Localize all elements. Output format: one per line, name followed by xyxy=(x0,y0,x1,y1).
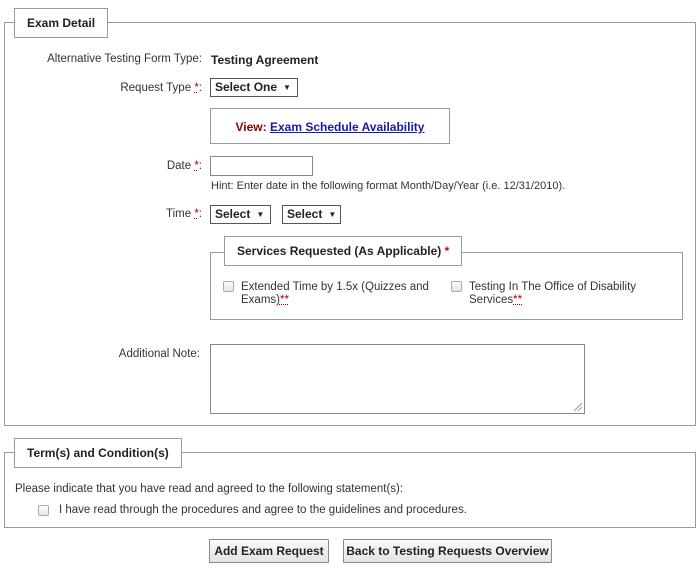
services-legend: Services Requested (As Applicable) * xyxy=(224,236,463,266)
chevron-down-icon: ▼ xyxy=(256,210,265,219)
chevron-down-icon: ▼ xyxy=(283,83,291,92)
request-type-select-value: Select One xyxy=(215,80,278,94)
request-type-label: Request Type *: xyxy=(120,82,202,94)
date-input[interactable] xyxy=(210,156,313,176)
additional-note-textarea[interactable] xyxy=(210,344,585,414)
office-testing-checkbox[interactable] xyxy=(451,281,462,292)
view-label: View: xyxy=(235,120,267,134)
time-hour-value: Select xyxy=(215,207,251,221)
extended-time-checkbox[interactable] xyxy=(223,281,234,292)
agree-checkbox[interactable] xyxy=(38,505,49,516)
date-hint: Hint: Enter date in the following format… xyxy=(211,180,566,192)
office-testing-label: Testing In The Office of Disability Serv… xyxy=(469,281,637,306)
terms-legend: Term(s) and Condition(s) xyxy=(14,438,182,468)
time-minute-value: Select xyxy=(287,207,323,221)
back-to-overview-button[interactable]: Back to Testing Requests Overview xyxy=(343,539,552,563)
alt-form-type-value: Testing Agreement xyxy=(211,53,319,67)
exam-detail-legend: Exam Detail xyxy=(14,8,109,38)
time-minute-select[interactable]: Select ▼ xyxy=(282,205,341,224)
chevron-down-icon: ▼ xyxy=(328,210,337,219)
additional-note-label: Additional Note: xyxy=(118,348,200,360)
add-exam-request-button[interactable]: Add Exam Request xyxy=(209,539,329,563)
alt-form-type-label: Alternative Testing Form Type: xyxy=(47,53,202,65)
resize-handle-icon[interactable] xyxy=(574,403,582,411)
exam-schedule-link[interactable]: Exam Schedule Availability xyxy=(270,120,425,134)
time-hour-select[interactable]: Select ▼ xyxy=(210,205,271,224)
view-line: View: Exam Schedule Availability xyxy=(210,120,450,134)
extended-time-label: Extended Time by 1.5x (Quizzes and Exams… xyxy=(241,281,429,306)
date-label: Date *: xyxy=(166,160,202,172)
time-label: Time *: xyxy=(165,208,202,220)
request-type-select[interactable]: Select One ▼ xyxy=(210,78,298,97)
agree-label: I have read through the procedures and a… xyxy=(59,504,467,516)
terms-instruction: Please indicate that you have read and a… xyxy=(15,483,404,495)
